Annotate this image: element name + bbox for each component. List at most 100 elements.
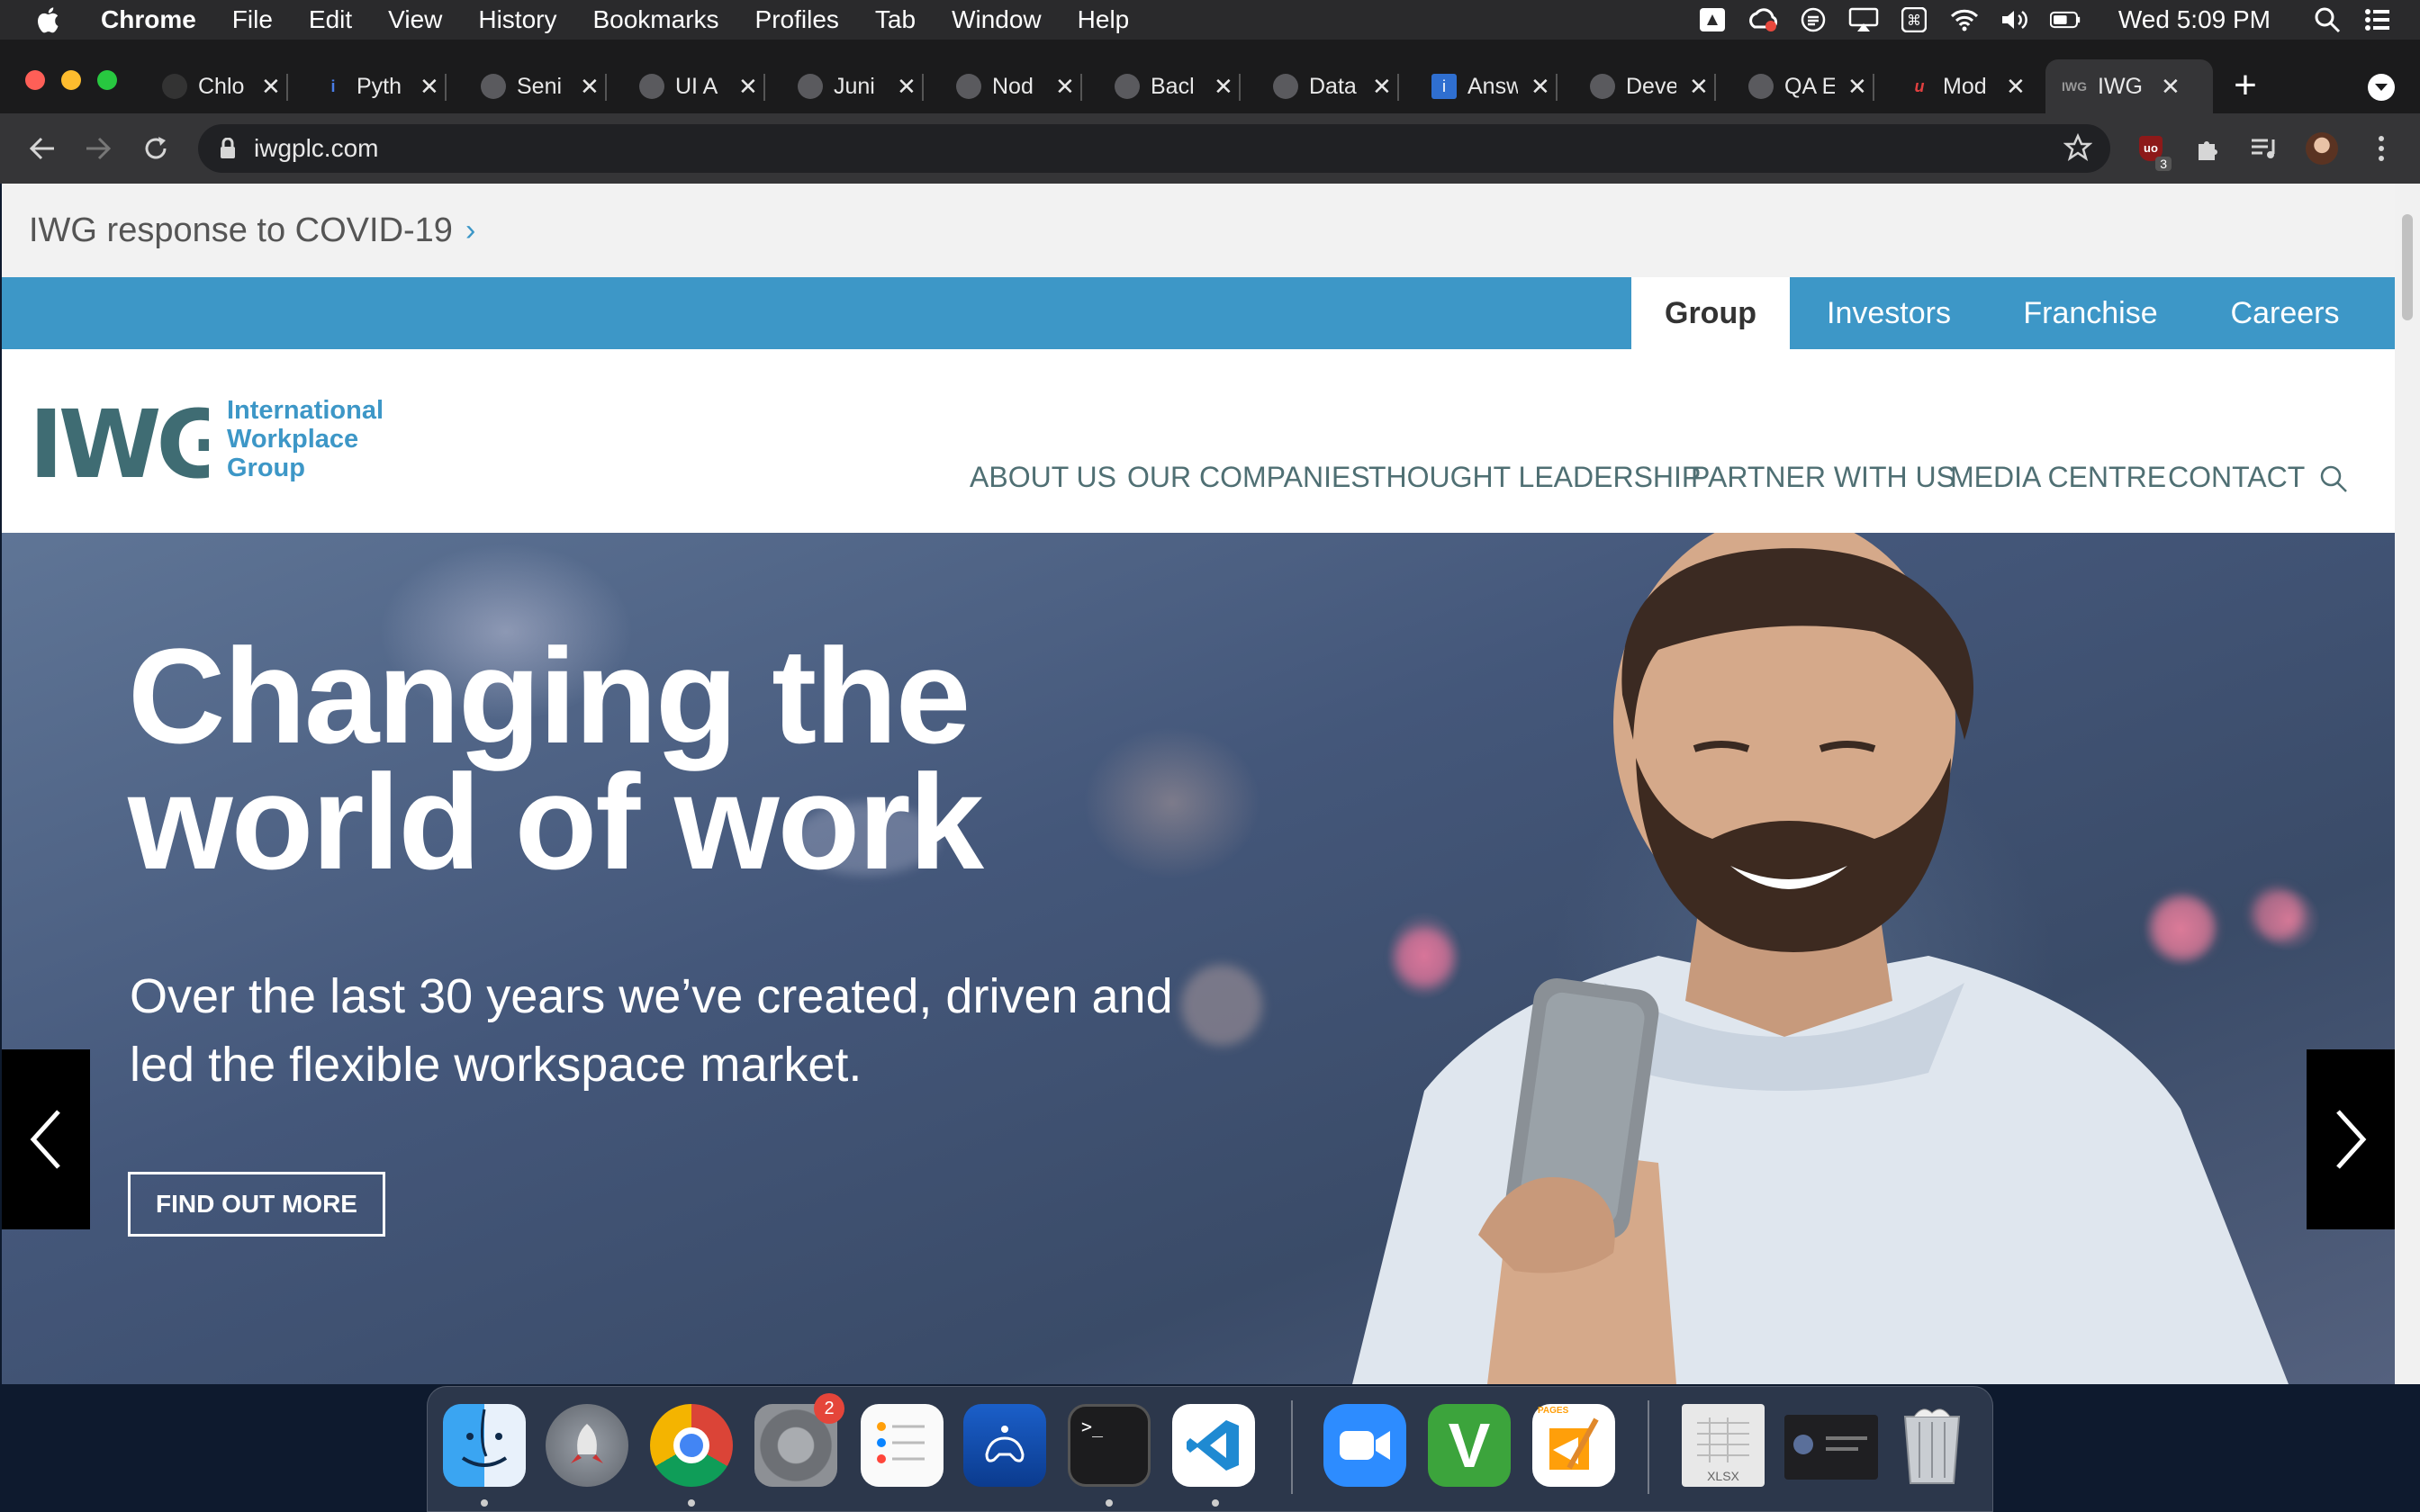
reload-button[interactable] — [137, 130, 175, 167]
pages-label: PAGES — [1538, 1406, 1569, 1416]
xlsx-file-icon[interactable]: XLSX — [1682, 1404, 1765, 1487]
chrome-menu-icon[interactable] — [2364, 131, 2398, 166]
forward-button[interactable] — [79, 130, 117, 167]
pages-icon[interactable]: PAGES — [1532, 1404, 1615, 1487]
browser-tab[interactable]: Bacl ✕ — [1115, 59, 1241, 113]
tab-close-icon[interactable]: ✕ — [897, 73, 917, 101]
new-tab-button[interactable]: + — [2227, 65, 2263, 106]
zoom-icon[interactable] — [1323, 1404, 1406, 1487]
tab-close-icon[interactable]: ✕ — [1531, 73, 1550, 101]
browser-tab[interactable]: u Mod ✕ — [1907, 59, 2026, 113]
nav-contact[interactable]: CONTACT — [2168, 461, 2305, 494]
browser-tab[interactable]: UI A ✕ — [639, 59, 765, 113]
menu-help[interactable]: Help — [1078, 5, 1130, 34]
browser-tab[interactable]: Seni ✕ — [481, 59, 607, 113]
url-text[interactable]: iwgplc.com — [254, 134, 378, 163]
tab-close-icon[interactable]: ✕ — [2006, 73, 2026, 101]
browser-tab[interactable]: QA E ✕ — [1748, 59, 1874, 113]
lock-icon[interactable] — [220, 138, 236, 159]
control-center-icon[interactable] — [2362, 7, 2393, 32]
vim-icon[interactable]: V — [1428, 1404, 1511, 1487]
back-button[interactable] — [23, 130, 61, 167]
tab-close-icon[interactable]: ✕ — [1372, 73, 1392, 101]
page-scrollbar[interactable] — [2395, 184, 2420, 1384]
chrome-dock-icon[interactable] — [650, 1404, 733, 1487]
group-tab-careers[interactable]: Careers — [2204, 277, 2366, 349]
find-out-more-button[interactable]: FIND OUT MORE — [128, 1172, 385, 1237]
address-bar[interactable]: iwgplc.com — [198, 124, 2110, 173]
spotlight-search-icon[interactable] — [2312, 7, 2343, 33]
battery-icon[interactable] — [2049, 7, 2081, 32]
site-search-icon[interactable] — [2319, 464, 2348, 493]
tab-search-button[interactable] — [2368, 74, 2395, 101]
trash-icon[interactable] — [1891, 1404, 1973, 1487]
tab-close-icon[interactable]: ✕ — [738, 73, 758, 101]
nav-thought-leadership[interactable]: THOUGHT LEADERSHIP — [1368, 461, 1701, 494]
terminal-icon[interactable]: >_ — [1068, 1404, 1151, 1487]
menu-edit[interactable]: Edit — [309, 5, 352, 34]
browser-tab[interactable]: Chlo ✕ — [162, 59, 288, 113]
finder-icon[interactable] — [443, 1404, 526, 1487]
system-preferences-icon[interactable]: 2 — [754, 1393, 844, 1487]
menu-bookmarks[interactable]: Bookmarks — [592, 5, 718, 34]
airplay-icon[interactable] — [1848, 7, 1879, 32]
bookmark-star-icon[interactable] — [2063, 133, 2092, 162]
menubar-clock[interactable]: Wed 5:09 PM — [2118, 5, 2271, 34]
menu-app-chrome[interactable]: Chrome — [101, 5, 196, 34]
group-tab-franchise[interactable]: Franchise — [1995, 277, 2186, 349]
menu-profiles[interactable]: Profiles — [755, 5, 839, 34]
nav-partner-with-us[interactable]: PARTNER WITH US — [1691, 461, 1955, 494]
tab-close-icon[interactable]: ✕ — [580, 73, 600, 101]
nav-media-centre[interactable]: MEDIA CENTRE — [1950, 461, 2166, 494]
group-tab-investors[interactable]: Investors — [1793, 277, 1984, 349]
logo-mark-text: IWG — [29, 400, 209, 481]
browser-tab[interactable]: i Pyth ✕ — [321, 59, 447, 113]
menu-window[interactable]: Window — [952, 5, 1042, 34]
window-minimize-button[interactable] — [61, 70, 81, 90]
reminders-icon[interactable] — [861, 1404, 944, 1487]
nav-our-companies[interactable]: OUR COMPANIES — [1127, 461, 1370, 494]
browser-tab-active[interactable]: IWG IWG ✕ — [2045, 59, 2213, 113]
tab-close-icon[interactable]: ✕ — [1214, 73, 1233, 101]
group-tab-group[interactable]: Group — [1631, 277, 1790, 349]
media-control-icon[interactable] — [2247, 131, 2281, 166]
tab-close-icon[interactable]: ✕ — [1055, 73, 1075, 101]
window-zoom-button[interactable] — [97, 70, 117, 90]
extensions-puzzle-icon[interactable] — [2191, 131, 2226, 166]
creative-cloud-icon[interactable] — [1747, 7, 1778, 32]
tab-close-icon[interactable]: ✕ — [1689, 73, 1709, 101]
covid-link[interactable]: IWG response to COVID-19 — [29, 212, 453, 250]
gamepad-app-icon[interactable] — [963, 1404, 1046, 1487]
menu-history[interactable]: History — [478, 5, 556, 34]
vscode-icon[interactable] — [1172, 1404, 1255, 1487]
equalizer-icon[interactable] — [1798, 7, 1829, 32]
ublock-extension-icon[interactable]: uo 3 — [2134, 131, 2172, 171]
menu-tab[interactable]: Tab — [875, 5, 916, 34]
tab-close-icon[interactable]: ✕ — [1847, 73, 1867, 101]
profile-avatar[interactable] — [2305, 131, 2339, 166]
covid-banner[interactable]: IWG response to COVID-19 › — [2, 184, 2395, 277]
tab-close-icon[interactable]: ✕ — [261, 73, 281, 101]
apple-logo-icon[interactable] — [34, 4, 65, 35]
browser-tab[interactable]: Juni ✕ — [798, 59, 924, 113]
drive-icon[interactable] — [1697, 7, 1728, 32]
browser-tab[interactable]: Data ✕ — [1273, 59, 1399, 113]
screenshot-thumbnail-icon[interactable] — [1784, 1415, 1878, 1480]
launchpad-icon[interactable] — [546, 1404, 628, 1487]
scrollbar-thumb[interactable] — [2402, 214, 2413, 320]
browser-tab[interactable]: Deve ✕ — [1590, 59, 1716, 113]
wifi-icon[interactable] — [1949, 7, 1980, 32]
carousel-next-button[interactable] — [2307, 1049, 2395, 1229]
menu-view[interactable]: View — [388, 5, 442, 34]
iwg-logo[interactable]: IWG — [29, 390, 233, 500]
window-close-button[interactable] — [25, 70, 45, 90]
nav-about-us[interactable]: ABOUT US — [970, 461, 1116, 494]
command-icon[interactable]: ⌘ — [1899, 7, 1929, 32]
volume-icon[interactable] — [2000, 7, 2030, 32]
browser-tab[interactable]: i Answ ✕ — [1431, 59, 1558, 113]
menu-file[interactable]: File — [232, 5, 273, 34]
tab-close-icon[interactable]: ✕ — [2161, 73, 2181, 101]
browser-tab[interactable]: Nod ✕ — [956, 59, 1082, 113]
tab-close-icon[interactable]: ✕ — [420, 73, 439, 101]
carousel-prev-button[interactable] — [2, 1049, 90, 1229]
